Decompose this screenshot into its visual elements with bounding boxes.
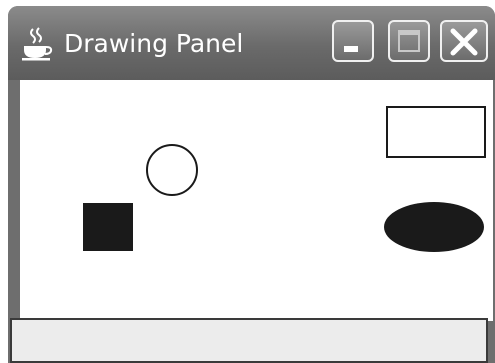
- status-bar: [10, 318, 488, 363]
- title-bar[interactable]: Drawing Panel: [8, 6, 495, 80]
- minimize-button[interactable]: [332, 20, 374, 62]
- maximize-button[interactable]: [388, 20, 430, 62]
- close-button[interactable]: [440, 20, 488, 62]
- outlined-rectangle: [386, 106, 486, 158]
- maximize-icon: [398, 30, 420, 52]
- outlined-circle: [146, 144, 198, 196]
- drawing-canvas[interactable]: [20, 80, 493, 321]
- close-icon: [450, 28, 478, 56]
- window-title: Drawing Panel: [64, 29, 244, 58]
- filled-oval: [384, 202, 484, 252]
- minimize-icon: [344, 46, 358, 52]
- drawing-panel-window: Drawing Panel: [8, 6, 495, 363]
- filled-square: [83, 203, 133, 251]
- java-coffee-cup-icon: [22, 27, 53, 61]
